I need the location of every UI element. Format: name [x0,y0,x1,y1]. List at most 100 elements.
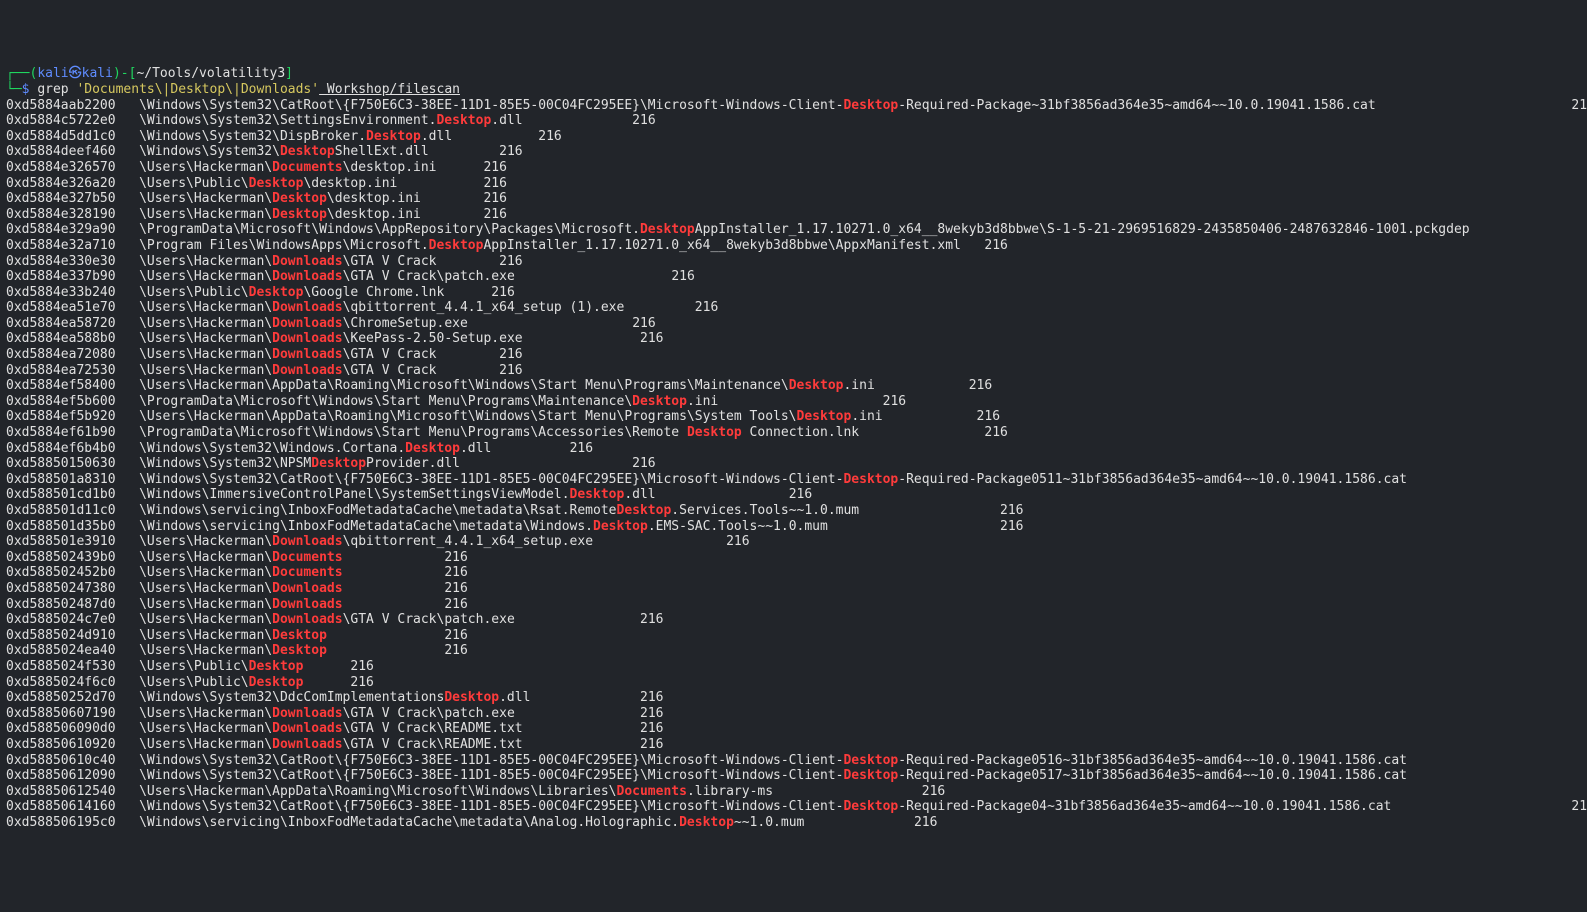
filescan-row: 0xd5884ea588b0 \Users\Hackerman\Download… [6,331,1581,347]
grep-match: Downloads [272,534,342,549]
file-size: 216 [922,784,945,799]
grep-match: Desktop [366,129,421,144]
file-size: 216 [444,597,467,612]
mem-offset: 0xd58850247380 [6,581,116,596]
prompt-box-bottom: └─ [6,82,22,97]
filescan-row: 0xd588501d35b0 \Windows\servicing\InboxF… [6,519,1581,535]
filescan-row: 0xd5884ef5b600 \ProgramData\Microsoft\Wi… [6,394,1581,410]
filescan-row: 0xd5885024f530 \Users\Public\Desktop 216 [6,659,1581,675]
file-size: 216 [977,409,1000,424]
mem-offset: 0xd5884aab2200 [6,98,116,113]
filescan-row: 0xd58850607190 \Users\Hackerman\Download… [6,706,1581,722]
mem-offset: 0xd5884deef460 [6,144,116,159]
mem-offset: 0xd5884ef61b90 [6,425,116,440]
grep-match: Downloads [272,331,342,346]
grep-match: Downloads [272,737,342,752]
filescan-row: 0xd5884deef460 \Windows\System32\Desktop… [6,144,1581,160]
grep-match: Desktop [272,628,327,643]
file-size: 216 [444,581,467,596]
grep-match: Downloads [272,269,342,284]
command-name: grep [37,82,76,97]
mem-offset: 0xd58850607190 [6,706,116,721]
file-size: 216 [570,441,593,456]
mem-offset: 0xd5884ea588b0 [6,331,116,346]
prompt-host: kali [82,66,113,81]
file-size: 216 [632,316,655,331]
file-size: 216 [984,238,1007,253]
grep-file-arg: Workshop/filescan [319,82,460,97]
mem-offset: 0xd5884e33b240 [6,285,116,300]
filescan-row: 0xd58850614160 \Windows\System32\CatRoot… [6,799,1581,815]
mem-offset: 0xd5884c5722e0 [6,113,116,128]
file-size: 216 [883,394,906,409]
file-size: 216 [1571,98,1587,113]
filescan-row: 0xd5884ea72080 \Users\Hackerman\Download… [6,347,1581,363]
file-size: 216 [499,254,522,269]
mem-offset: 0xd58850610920 [6,737,116,752]
grep-match: Desktop [617,503,672,518]
file-size: 216 [984,425,1007,440]
grep-pattern: 'Documents\|Desktop\|Downloads' [76,82,319,97]
mem-offset: 0xd5884d5dd1c0 [6,129,116,144]
filescan-row: 0xd58850252d70 \Windows\System32\DdcComI… [6,690,1581,706]
file-size: 216 [499,347,522,362]
filescan-row: 0xd588502439b0 \Users\Hackerman\Document… [6,550,1581,566]
grep-match: Desktop [405,441,460,456]
filescan-row: 0xd5884ea58720 \Users\Hackerman\Download… [6,316,1581,332]
file-size: 216 [726,534,749,549]
filescan-row: 0xd5885024f6c0 \Users\Public\Desktop 216 [6,675,1581,691]
file-size: 216 [1571,799,1587,814]
filescan-row: 0xd588502452b0 \Users\Hackerman\Document… [6,565,1581,581]
prompt-cwd: ~/Tools/volatility3 [136,66,285,81]
file-size: 216 [789,487,812,502]
mem-offset: 0xd58850610c40 [6,753,116,768]
mem-offset: 0xd588501cd1b0 [6,487,116,502]
grep-match: Desktop [843,768,898,783]
mem-offset: 0xd5884e326a20 [6,176,116,191]
filescan-row: 0xd588501e3910 \Users\Hackerman\Download… [6,534,1581,550]
mem-offset: 0xd588501d35b0 [6,519,116,534]
terminal-output: ┌──(kali㉿kali)-[~/Tools/volatility3]└─$ … [6,66,1581,830]
filescan-row: 0xd588506090d0 \Users\Hackerman\Download… [6,721,1581,737]
grep-match: Desktop [843,753,898,768]
mem-offset: 0xd588501e3910 [6,534,116,549]
filescan-row: 0xd588506195c0 \Windows\servicing\InboxF… [6,815,1581,831]
grep-match: Desktop [249,176,304,191]
file-size: 216 [444,628,467,643]
file-size: 216 [350,659,373,674]
grep-match: Desktop [311,456,366,471]
filescan-row: 0xd5884d5dd1c0 \Windows\System32\DispBro… [6,129,1581,145]
file-size: 216 [1000,519,1023,534]
grep-match: Downloads [272,706,342,721]
mem-offset: 0xd58850252d70 [6,690,116,705]
grep-match: Downloads [272,721,342,736]
grep-match: Desktop [429,238,484,253]
grep-match: Desktop [593,519,648,534]
prompt-line-2[interactable]: └─$ grep 'Documents\|Desktop\|Downloads'… [6,82,1581,98]
file-size: 216 [483,207,506,222]
mem-offset: 0xd5884ef6b4b0 [6,441,116,456]
mem-offset: 0xd5884ef5b600 [6,394,116,409]
grep-match: Desktop [272,207,327,222]
file-size: 216 [640,690,663,705]
mem-offset: 0xd5884e330e30 [6,254,116,269]
filescan-row: 0xd588501d11c0 \Windows\servicing\InboxF… [6,503,1581,519]
grep-match: Desktop [280,144,335,159]
file-size: 216 [444,550,467,565]
mem-offset: 0xd5884ea51e70 [6,300,116,315]
grep-match: Downloads [272,581,342,596]
mem-offset: 0xd588506195c0 [6,815,116,830]
grep-match: Downloads [272,300,342,315]
grep-match: Desktop [679,815,734,830]
filescan-row: 0xd5884e327b50 \Users\Hackerman\Desktop\… [6,191,1581,207]
filescan-row: 0xd5885024ea40 \Users\Hackerman\Desktop … [6,643,1581,659]
file-size: 216 [640,331,663,346]
grep-match: Documents [272,160,342,175]
filescan-row: 0xd58850610920 \Users\Hackerman\Download… [6,737,1581,753]
file-size: 216 [671,269,694,284]
mem-offset: 0xd588501d11c0 [6,503,116,518]
grep-match: Desktop [843,799,898,814]
file-size: 216 [640,706,663,721]
file-size: 216 [444,643,467,658]
mem-offset: 0xd588506090d0 [6,721,116,736]
